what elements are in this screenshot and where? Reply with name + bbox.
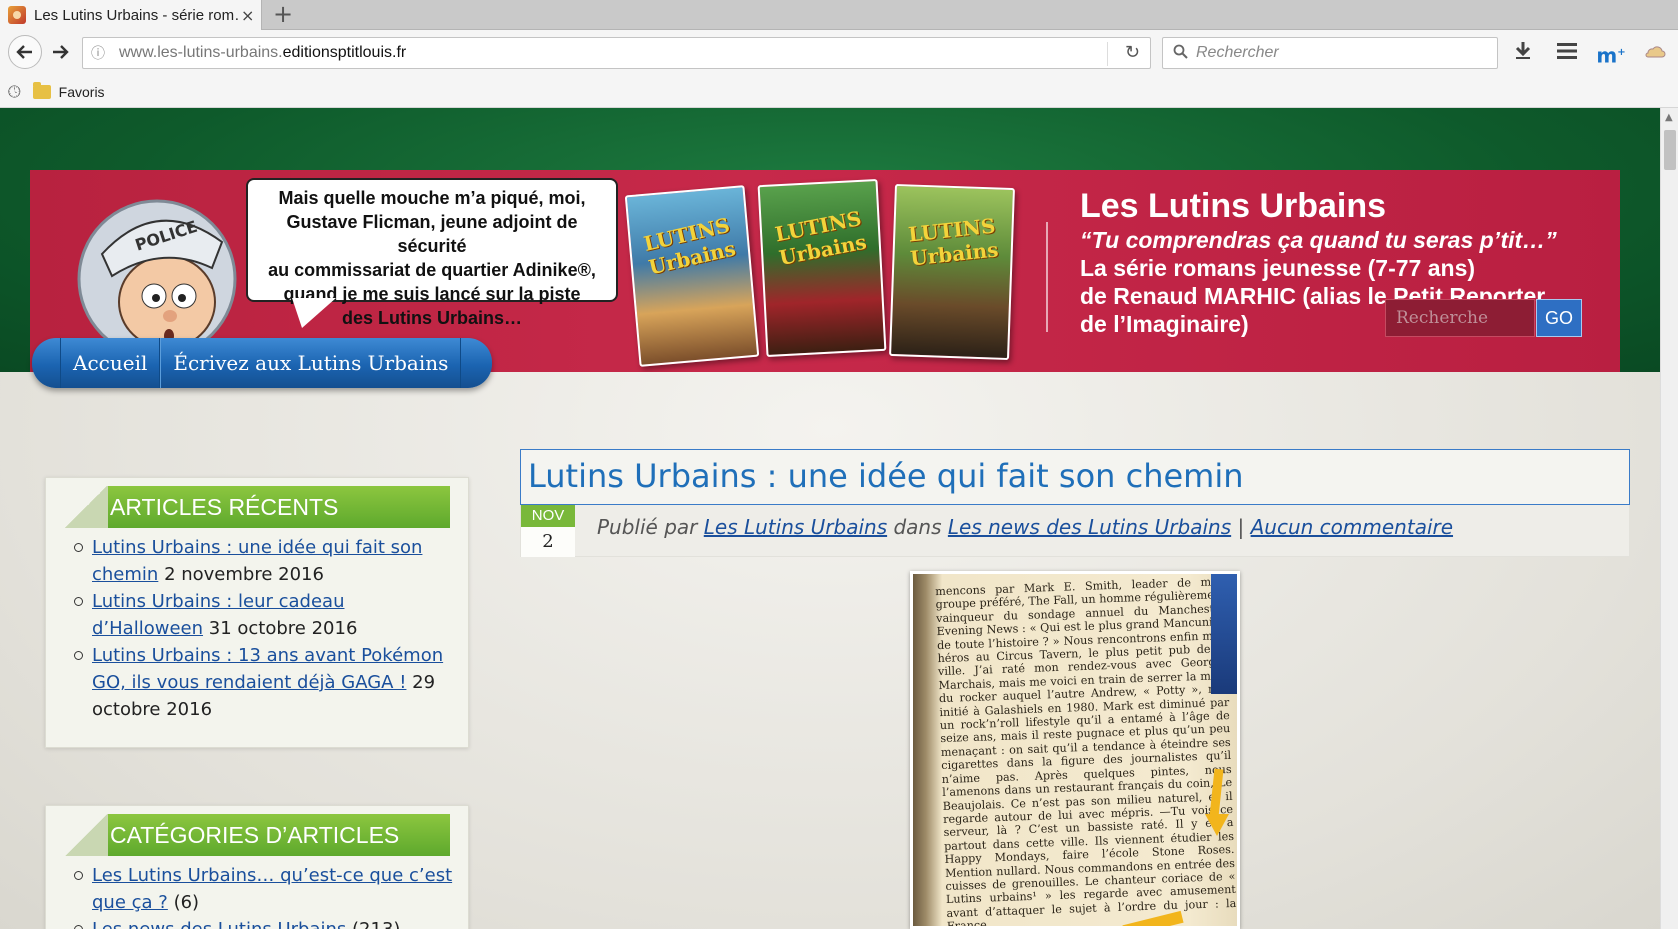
url-bar[interactable]: ⓘ www.les-lutins-urbains.editionsptitlou… (82, 37, 1151, 69)
menu-item-contact[interactable]: Écrivez aux Lutins Urbains (160, 338, 462, 388)
byline: Publié par Les Lutins Urbains dans Les n… (597, 515, 1453, 539)
list-item: Lutins Urbains : une idée qui fait son c… (74, 534, 458, 588)
extension-cloud-icon[interactable] (1640, 38, 1670, 68)
category-count: (213) (352, 919, 400, 929)
book-cover-1: LUTINS Urbains (624, 185, 760, 367)
byline-separator: | (1237, 515, 1245, 539)
date-month: NOV (521, 505, 575, 527)
article-photo[interactable]: mencons par Mark E. Smith, leader de mon… (910, 571, 1240, 929)
list-item: Lutins Urbains : 13 ans avant Pokémon GO… (74, 642, 458, 723)
history-icon[interactable]: 🕓︎ (8, 82, 21, 102)
tab-bar: Les Lutins Urbains - série rom… × + (0, 0, 1678, 30)
recent-article-link[interactable]: Lutins Urbains : 13 ans avant Pokémon GO… (92, 645, 443, 693)
new-tab-button[interactable]: + (268, 1, 298, 29)
site-title: Les Lutins Urbains (1080, 187, 1387, 225)
list-item: Les Lutins Urbains… qu’est-ce que c’est … (74, 862, 458, 916)
banner-line: La série romans jeunesse (7-77 ans) (1080, 255, 1476, 281)
close-tab-icon[interactable]: × (241, 6, 254, 25)
search-bar[interactable]: Rechercher (1162, 37, 1498, 69)
page-scrollbar[interactable]: ▲ (1660, 108, 1678, 929)
tab-active[interactable]: Les Lutins Urbains - série rom… × (0, 0, 262, 30)
bookmarks-bar: 🕓︎ Favoris (0, 76, 1678, 108)
list-item: Les news des Lutins Urbains (213) (74, 916, 458, 929)
site-search-button[interactable]: GO (1536, 299, 1582, 337)
widget-title: ARTICLES RÉCENTS (64, 486, 450, 528)
article-date: 31 octobre 2016 (208, 618, 358, 639)
scroll-up-icon[interactable]: ▲ (1665, 112, 1673, 123)
byline-label: Publié par (597, 515, 698, 539)
police-character-illustration: POLICE (77, 199, 237, 359)
forward-button[interactable] (44, 36, 76, 68)
article-date: 2 novembre 2016 (164, 564, 324, 585)
info-icon[interactable]: ⓘ (87, 43, 109, 63)
book-cover-2: LUTINS Urbains (757, 178, 887, 358)
search-icon (1173, 44, 1188, 63)
menu-item-accueil[interactable]: Accueil (60, 338, 161, 388)
url-text[interactable]: www.les-lutins-urbains.editionsptitlouis… (119, 44, 406, 62)
main-menu: Accueil Écrivez aux Lutins Urbains (32, 338, 492, 388)
author-link[interactable]: Les Lutins Urbains (704, 515, 887, 539)
article-meta: NOV 2 Publié par Les Lutins Urbains dans… (520, 505, 1630, 557)
search-placeholder: Rechercher (1196, 44, 1279, 61)
arrow-right-icon (53, 45, 69, 59)
comments-link[interactable]: Aucun commentaire (1251, 515, 1453, 539)
arrow-left-icon (16, 45, 32, 59)
extension-m-icon[interactable]: m+ (1596, 38, 1626, 68)
download-icon[interactable] (1508, 38, 1538, 68)
bookmark-favoris[interactable]: Favoris (59, 84, 105, 100)
date-day: 2 (521, 527, 575, 557)
back-button[interactable] (8, 35, 42, 69)
list-item: Lutins Urbains : leur cadeau d’Halloween… (74, 588, 458, 642)
url-bar-divider (1107, 42, 1108, 66)
widget-title: CATÉGORIES D’ARTICLES (64, 814, 450, 856)
speech-bubble: Mais quelle mouche m’a piqué, moi, Gusta… (246, 178, 618, 328)
category-count: (6) (173, 892, 200, 913)
navigation-toolbar: ⓘ www.les-lutins-urbains.editionsptitlou… (0, 30, 1678, 76)
article-title[interactable]: Lutins Urbains : une idée qui fait son c… (520, 449, 1630, 505)
speech-bubble-tail (292, 298, 336, 328)
tab-title: Les Lutins Urbains - série rom… (34, 6, 239, 24)
scroll-thumb[interactable] (1664, 130, 1676, 170)
photo-corner (1211, 574, 1237, 694)
category-link[interactable]: Les Lutins Urbains… qu’est-ce que c’est … (92, 865, 452, 913)
date-badge: NOV 2 (521, 505, 575, 557)
book-cover-3: LUTINS Urbains (889, 183, 1015, 361)
highlight-arrowhead-icon (1205, 814, 1229, 836)
menu-hamburger-icon[interactable] (1552, 38, 1582, 68)
categories-widget: CATÉGORIES D’ARTICLES Les Lutins Urbains… (45, 805, 469, 929)
site-tagline: “Tu comprendras ça quand tu seras p’tit…… (1080, 227, 1557, 253)
byline-in: dans (893, 515, 942, 539)
book-page-text: mencons par Mark E. Smith, leader de mon… (935, 575, 1237, 929)
banner-divider (1046, 222, 1048, 332)
page-viewport: POLICE Mais quelle mouche m’a piqué, moi… (0, 108, 1660, 929)
folder-icon (32, 81, 51, 99)
site-search-input[interactable]: Recherche (1385, 299, 1535, 337)
category-link[interactable]: Les news des Lutins Urbains (92, 919, 346, 929)
reload-icon[interactable]: ↻ (1125, 42, 1140, 63)
category-link[interactable]: Les news des Lutins Urbains (948, 515, 1231, 539)
site-favicon-icon (8, 6, 26, 24)
book-covers: LUTINS Urbains LUTINS Urbains LUTINS Urb… (624, 176, 1020, 367)
recent-articles-widget: ARTICLES RÉCENTS Lutins Urbains : une id… (45, 477, 469, 748)
